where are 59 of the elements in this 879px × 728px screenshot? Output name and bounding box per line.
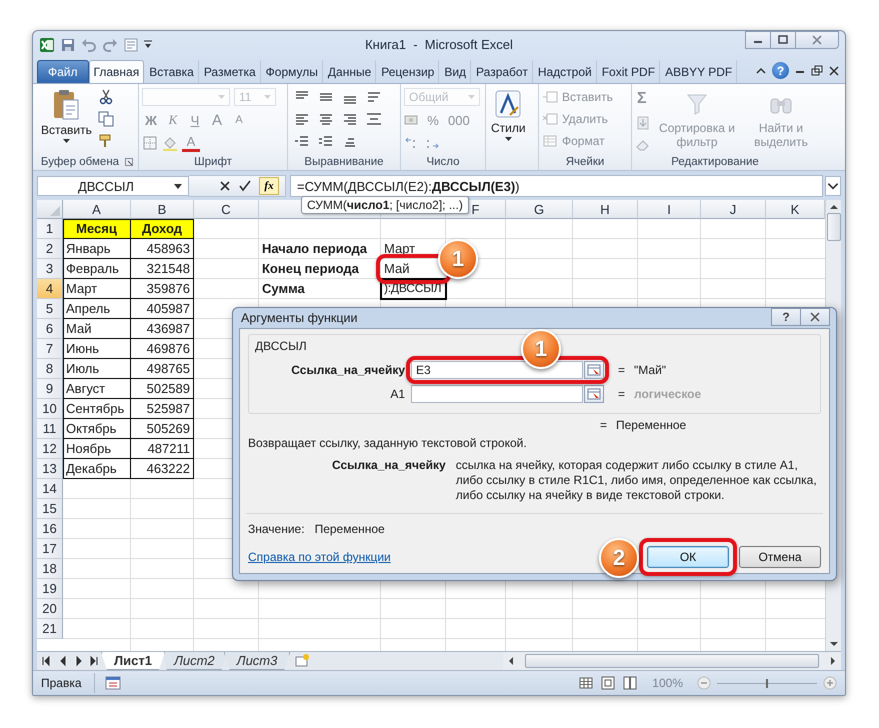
table-cell: 463222 xyxy=(146,461,190,476)
table-cell: 505269 xyxy=(146,421,190,436)
formula-result: Переменное xyxy=(616,418,686,432)
table-cell: Август xyxy=(66,381,106,396)
table-cell: 458963 xyxy=(146,241,190,256)
dialog-title: Аргументы функции xyxy=(241,311,358,325)
callout-badge: 1 xyxy=(438,239,478,279)
table-cell: 498765 xyxy=(146,361,190,376)
table-cell: 487211 xyxy=(148,441,190,456)
status-mode: Правка xyxy=(41,673,95,693)
table-cell: Доход xyxy=(142,221,182,236)
table-cell: 321548 xyxy=(146,261,190,276)
table-cell: Октябрь xyxy=(66,421,116,436)
table-cell: 502589 xyxy=(146,381,190,396)
argument-help-name: Ссылка_на_ячейку xyxy=(332,458,446,474)
group-label: Выравнивание xyxy=(304,156,384,168)
equals-sign: = xyxy=(618,387,626,401)
value-text: Переменное xyxy=(314,522,385,536)
argument-label: A1 xyxy=(389,387,405,401)
table-cell: 405987 xyxy=(146,301,190,316)
group-label: Буфер обмена xyxy=(40,156,120,168)
equals-sign: = xyxy=(600,418,608,432)
table-cell: Сентябрь xyxy=(66,401,124,416)
table-cell: Декабрь xyxy=(66,461,117,476)
window-title: Книга1 - Microsoft Excel xyxy=(365,37,513,52)
table-cell: Июнь xyxy=(66,341,100,356)
table-cell: 469876 xyxy=(146,341,190,356)
table-cell: Сумма xyxy=(262,281,305,296)
table-cell: Май xyxy=(384,261,410,276)
table-cell: 359876 xyxy=(146,281,190,296)
group-label: Число xyxy=(426,156,460,168)
table-cell: Апрель xyxy=(66,301,110,316)
argument-result: "Май" xyxy=(634,363,666,377)
callout-badge: 2 xyxy=(599,538,639,578)
group-label: Редактирование xyxy=(671,156,759,168)
table-cell: Ноябрь xyxy=(66,441,112,456)
argument-result: логическое xyxy=(634,387,702,401)
function-tooltip: СУММ(число1; [число2]; ...) xyxy=(301,196,469,214)
equals-sign: = xyxy=(618,363,626,377)
group-label: Ячейки xyxy=(566,156,604,168)
argument-label: Ссылка_на_ячейку xyxy=(290,363,405,377)
table-cell: Начало периода xyxy=(262,241,367,256)
value-label: Значение: xyxy=(248,522,305,536)
table-cell: 436987 xyxy=(146,321,190,336)
table-cell: Март xyxy=(66,281,98,296)
callout-badge: 1 xyxy=(521,329,561,369)
table-cell: Июль xyxy=(66,361,100,376)
table-cell: Март xyxy=(384,241,416,256)
table-cell: Январь xyxy=(66,241,111,256)
table-cell: Месяц xyxy=(76,221,117,236)
table-cell: 525987 xyxy=(146,401,190,416)
argument-help-text: ссылка на ячейку, которая содержит либо ссылку в стиле A1, либо ссылку в стиле R1C1, либо имя, определенное как ссылка, либо ссылку на ячейку в виде текстовой строки. xyxy=(456,458,818,503)
table-cell: Конец периода xyxy=(262,261,359,276)
function-description: Возвращает ссылку, заданную текстовой строкой. xyxy=(248,436,527,450)
function-name: ДВССЫЛ xyxy=(255,339,307,353)
group-label: Шрифт xyxy=(194,156,232,168)
table-cell: ):ДВССЫЛ xyxy=(384,281,442,295)
table-cell: Февраль xyxy=(66,261,119,276)
table-cell: Май xyxy=(66,321,92,336)
